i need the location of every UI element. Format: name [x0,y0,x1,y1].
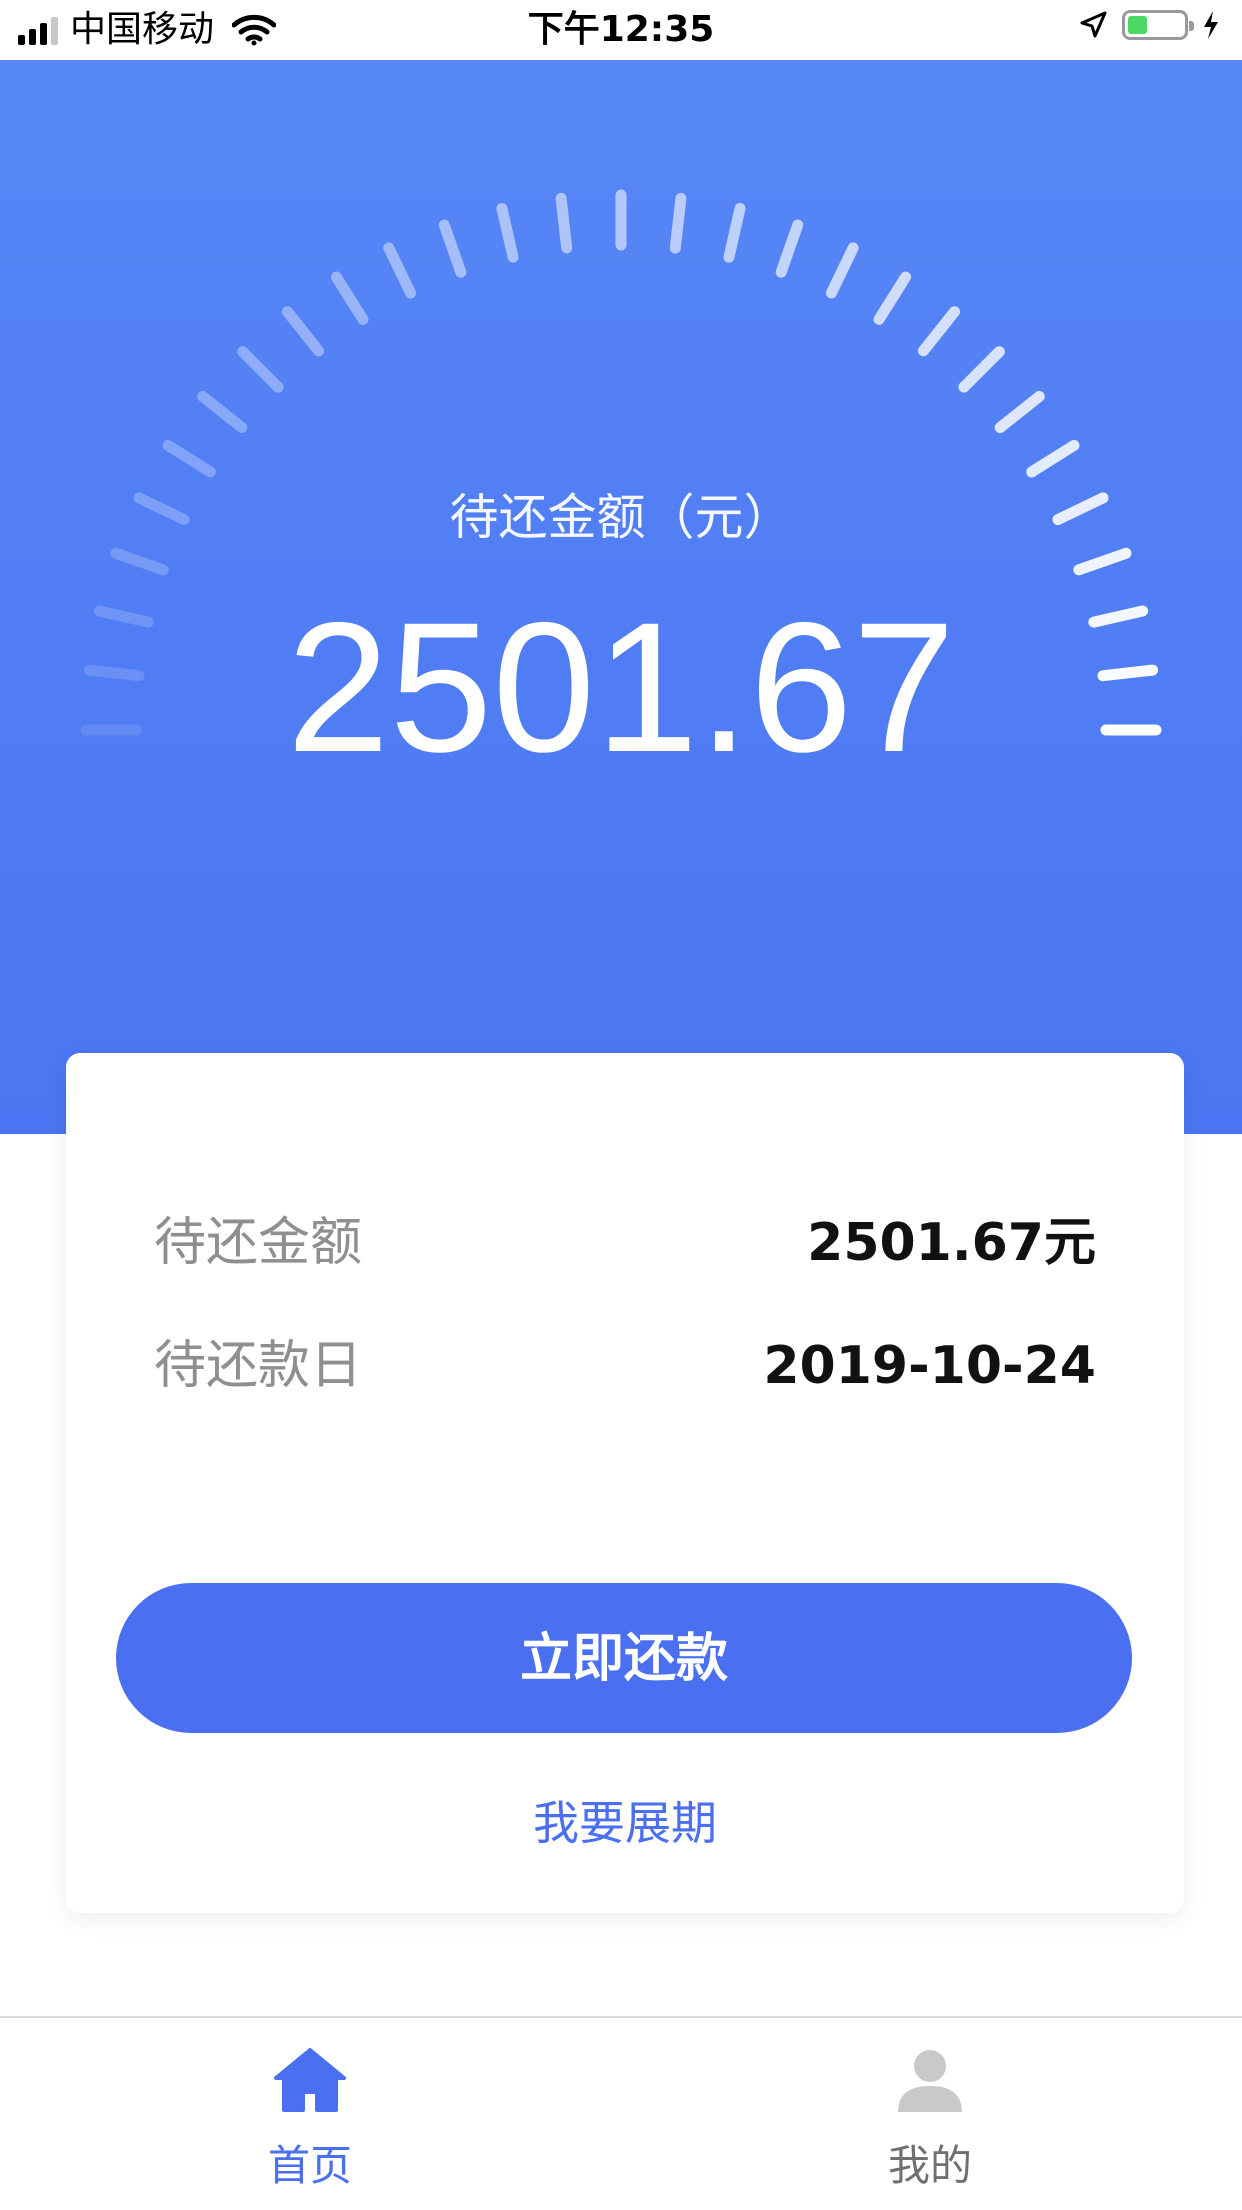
gauge-tick [555,192,573,254]
hero-amount-label: 待还金额（元） [449,489,793,546]
gauge-tick [1026,439,1080,478]
charging-bolt-icon [1204,11,1218,39]
repayment-card: 待还金额 2501.67元 待还款日 2019-10-24 立即还款 我要展期 [66,1053,1184,1913]
gauge-tick [669,192,687,254]
location-arrow-icon [1080,11,1107,38]
gauge-tick [873,271,912,325]
tab-home-label: 首页 [267,2141,352,2190]
gauge-tick [197,390,248,434]
battery-fill [1128,16,1147,34]
hero-amount: 2501.67 [286,585,956,791]
gauge-tick [1073,547,1132,576]
gauge-tick [237,346,284,393]
gauge-tick [330,271,369,325]
tab-mine[interactable]: 我的 [780,2018,1080,2208]
amount-due-value: 2501.67元 [807,1213,1096,1273]
extend-term-link[interactable]: 我要展期 [66,1793,1184,1853]
gauge-tick [775,219,804,278]
gauge-tick [383,242,417,299]
status-right [1078,10,1220,40]
battery-icon [1122,10,1194,40]
gauge-tick [825,242,859,299]
due-date-value: 2019-10-24 [763,1336,1096,1396]
due-date-label: 待还款日 [154,1336,363,1396]
amount-due-row: 待还金额 2501.67元 [154,1213,1096,1273]
tab-home[interactable]: 首页 [160,2018,460,2208]
gauge-tick [994,390,1045,434]
status-bar: 中国移动 下午12:35 [0,0,1242,60]
tab-bar: 首页 我的 [0,2016,1242,2210]
due-date-row: 待还款日 2019-10-24 [154,1336,1096,1396]
gauge-tick [723,202,746,263]
gauge-tick [438,219,467,278]
gauge-tick [496,202,519,263]
gauge-tick [281,306,325,357]
gauge-tick [162,439,216,478]
amount-due-label: 待还金额 [154,1213,363,1273]
hero-panel: 待还金额（元） 2501.67 [0,60,1242,1134]
gauge-tick [110,547,169,576]
user-icon [898,2050,962,2112]
gauge-tick [917,306,961,357]
home-icon [274,2048,346,2112]
gauge-tick [958,346,1005,393]
tab-mine-label: 我的 [887,2141,972,2190]
repay-now-button[interactable]: 立即还款 [116,1583,1132,1733]
status-time: 下午12:35 [527,9,715,50]
